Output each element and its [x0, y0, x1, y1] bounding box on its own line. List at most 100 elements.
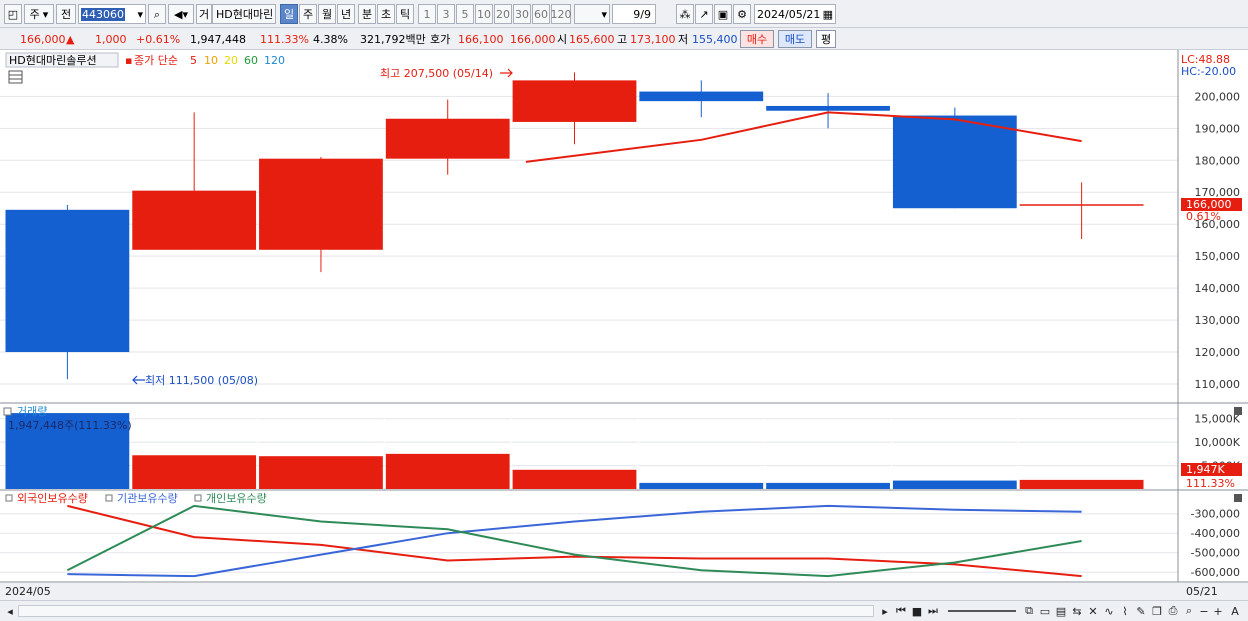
period-tick-button[interactable]: 틱 — [396, 4, 414, 24]
price-tick-label: 150,000 — [1195, 250, 1241, 263]
interval-20-button[interactable]: 20 — [494, 4, 512, 24]
ask-price: 166,000 — [510, 32, 556, 46]
price-tick-label: 180,000 — [1195, 154, 1241, 167]
stop-icon[interactable]: ■ — [910, 603, 924, 619]
volume-title[interactable]: 거래량 — [17, 405, 47, 418]
stock-name[interactable]: HD현대마린 — [212, 4, 276, 24]
calendar-icon: ▦ — [822, 7, 833, 21]
ma-legend-title[interactable]: 종가 단순 — [134, 54, 178, 67]
scroll-left-icon[interactable]: ◂ — [4, 603, 16, 619]
ma60-legend[interactable]: 60 — [244, 54, 258, 67]
wave-icon[interactable]: ∿ — [1102, 603, 1116, 619]
candle-body — [892, 115, 1017, 209]
candle-body — [259, 158, 383, 250]
volume-tick-label: 10,000K — [1194, 436, 1240, 449]
compare-icon[interactable]: ⇆ — [1070, 603, 1084, 619]
volume-tick-label: 15,000K — [1194, 413, 1240, 426]
panel-toggle-icon[interactable] — [5, 494, 13, 502]
gear-icon[interactable]: ⚙ — [733, 4, 751, 24]
market-value: 주 — [29, 8, 40, 21]
custom-interval-select[interactable]: ▾ — [574, 4, 610, 24]
holdings-tick-label: -300,000 — [1191, 508, 1240, 521]
date-input[interactable]: 2024/05/21 ▦ — [754, 4, 836, 24]
scrollbar-track[interactable] — [18, 605, 874, 617]
pattern-icon[interactable]: ⁂ — [676, 4, 694, 24]
panel-toggle-icon[interactable] — [105, 494, 113, 502]
cross-icon[interactable]: ✕ — [1086, 603, 1100, 619]
close-icon[interactable] — [1234, 494, 1242, 502]
high-label: 고 — [617, 33, 628, 46]
name-prefix[interactable]: 거 — [196, 4, 212, 24]
trade-amount: 321,792백만 — [360, 33, 426, 46]
page-indicator[interactable]: 9/9 — [612, 4, 656, 24]
trend-icon[interactable]: ⌇ — [1118, 603, 1132, 619]
layers-icon[interactable]: ❐ — [1150, 603, 1164, 619]
grid-icon[interactable]: ▤ — [1054, 603, 1068, 619]
period-minute-button[interactable]: 분 — [358, 4, 376, 24]
chevron-down-icon: ▾ — [137, 7, 143, 21]
price-tick-label: 200,000 — [1195, 90, 1241, 103]
interval-120-button[interactable]: 120 — [551, 4, 572, 24]
interval-3-button[interactable]: 3 — [437, 4, 455, 24]
search-icon[interactable]: ⌕ — [148, 4, 166, 24]
interval-10-button[interactable]: 10 — [475, 4, 493, 24]
interval-30-button[interactable]: 30 — [513, 4, 531, 24]
panel-toggle-icon[interactable] — [194, 494, 202, 502]
avg-button[interactable]: 평 — [816, 30, 836, 48]
close-icon[interactable] — [1234, 407, 1242, 415]
sound-icon[interactable]: ◀▾ — [168, 4, 194, 24]
tool-icon[interactable]: ✎ — [1134, 603, 1148, 619]
institution-legend[interactable]: 기관보유수량 — [117, 492, 178, 505]
window-icon[interactable]: ▭ — [1038, 603, 1052, 619]
ma10-legend[interactable]: 10 — [204, 54, 218, 67]
change-arrow-icon: ▲ — [66, 32, 75, 46]
period-month-button[interactable]: 월 — [318, 4, 336, 24]
individual-legend[interactable]: 개인보유수량 — [206, 492, 267, 505]
volume-bar — [892, 480, 1017, 489]
period-day-button[interactable]: 일 — [280, 4, 298, 24]
zoom-slider[interactable] — [948, 610, 1016, 612]
ma5-legend[interactable]: 5 — [190, 54, 197, 67]
data-table-icon[interactable] — [8, 70, 23, 84]
zoom-out-icon[interactable]: − — [1198, 603, 1210, 619]
buy-button[interactable]: 매수 — [740, 30, 774, 48]
bid-price: 166,100 — [458, 32, 504, 46]
copy-icon[interactable]: ⧉ — [1022, 603, 1036, 619]
foreign-legend[interactable]: 외국인보유수량 — [17, 492, 88, 505]
ma20-legend[interactable]: 20 — [224, 54, 238, 67]
x-axis-end-label: 05/21 — [1186, 585, 1218, 598]
last-page-icon[interactable]: ⏭ — [926, 603, 940, 619]
font-size-icon[interactable]: A — [1228, 603, 1242, 619]
stock-code-input[interactable]: 443060 ▾ — [78, 4, 146, 24]
stock-label[interactable]: HD현대마린솔루션 — [9, 54, 97, 67]
zoom-in-icon[interactable]: + — [1212, 603, 1224, 619]
panel-toggle-icon[interactable] — [3, 407, 12, 416]
period-week-button[interactable]: 주 — [299, 4, 317, 24]
volume-bar — [385, 453, 510, 489]
stock-chart[interactable]: 200,000190,000180,000170,000160,000150,0… — [0, 50, 1248, 600]
market-sub-button[interactable]: 전 — [56, 4, 76, 24]
interval-1-button[interactable]: 1 — [418, 4, 436, 24]
hc-label: HC:-20.00 — [1181, 65, 1236, 78]
holdings-tick-label: -400,000 — [1191, 527, 1240, 540]
sell-button[interactable]: 매도 — [778, 30, 812, 48]
open-label: 시 — [557, 33, 568, 46]
print-icon[interactable]: ⎙ — [1166, 603, 1180, 619]
interval-5-button[interactable]: 5 — [456, 4, 474, 24]
scroll-right-icon[interactable]: ▸ — [878, 603, 892, 619]
first-page-icon[interactable]: ⏮ — [894, 603, 908, 619]
ma120-legend[interactable]: 120 — [264, 54, 285, 67]
market-select[interactable]: 주 ▾ — [24, 4, 54, 24]
candle-body — [766, 105, 890, 111]
x-axis-start-label: 2024/05 — [5, 585, 51, 598]
period-year-button[interactable]: 년 — [337, 4, 355, 24]
layout-icon[interactable]: ◰ — [4, 4, 22, 24]
period-second-button[interactable]: 초 — [377, 4, 395, 24]
draw-tool-icon[interactable]: ↗ — [695, 4, 713, 24]
x-axis-strip — [0, 583, 1248, 600]
zoom-icon[interactable]: ⌕ — [1182, 603, 1196, 619]
ma-legend-marker: ▪ — [125, 54, 132, 67]
chart-area[interactable]: 200,000 190,000 180,000 170,000 160,000 150,0… — [0, 50, 1248, 600]
save-icon[interactable]: ▣ — [714, 4, 732, 24]
interval-60-button[interactable]: 60 — [532, 4, 550, 24]
